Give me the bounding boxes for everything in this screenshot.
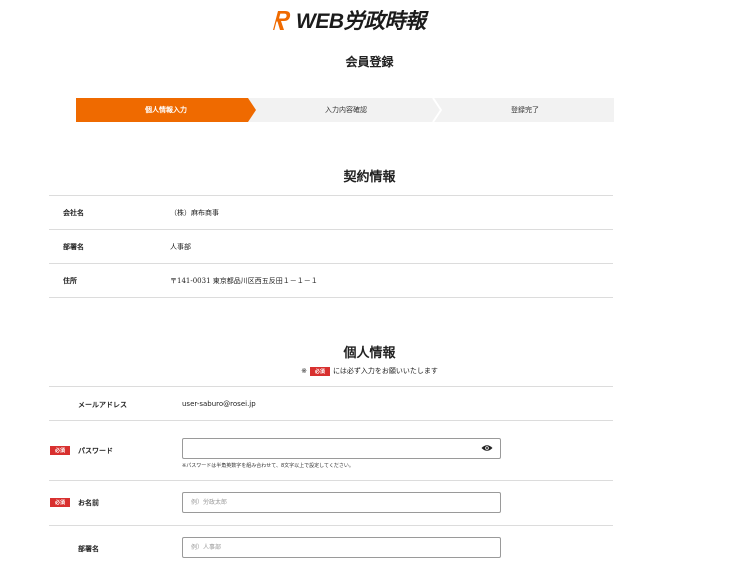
step-complete: 登録完了 [436,98,614,122]
note-text: には必ず入力をお願いいたします [332,367,438,375]
name-label: お名前 [78,499,99,507]
divider [49,229,613,230]
divider [49,525,613,526]
divider [49,386,613,387]
logo-r-icon [273,11,291,30]
step-confirm: 入力内容確認 [256,98,436,122]
divider [49,263,613,264]
site-logo[interactable]: WEB労政時報 [268,6,426,34]
step-label: 登録完了 [511,106,539,114]
password-label: パスワード [78,447,113,455]
email-label: メールアドレス [78,401,127,409]
password-input[interactable] [182,438,501,459]
address-value: 〒141-0031 東京都品川区西五反田１－１－１ [170,277,318,285]
password-help: ※パスワードは半角英数字を組み合わせて、8文字以上で設定してください。 [182,463,354,469]
divider [49,297,613,298]
dept-input[interactable] [182,537,501,558]
dept-label: 部署名 [78,545,99,553]
step-label: 個人情報入力 [145,106,187,114]
divider [49,195,613,196]
progress-steps: 個人情報入力 入力内容確認 登録完了 [76,98,614,122]
note-prefix: ※ [301,367,307,375]
divider [49,480,613,481]
company-value: （株）麻布商事 [170,209,219,217]
logo-text: WEB労政時報 [296,10,426,33]
eye-icon[interactable] [481,444,493,452]
required-badge: 必須 [50,498,70,507]
personal-section-title: 個人情報 [343,346,396,361]
email-value: user-saburo@rosei.jp [182,400,256,408]
step-label: 入力内容確認 [325,106,367,114]
contract-dept-label: 部署名 [63,243,84,251]
name-input[interactable] [182,492,501,513]
divider [49,420,613,421]
company-label: 会社名 [63,209,84,217]
step-input: 個人情報入力 [76,98,256,122]
required-badge: 必須 [309,366,330,376]
page-title: 会員登録 [345,55,394,69]
contract-section-title: 契約情報 [343,170,396,185]
address-label: 住所 [63,277,77,285]
required-note: ※ 必須 には必ず入力をお願いいたします [0,365,739,377]
required-badge: 必須 [50,446,70,455]
contract-dept-value: 人事部 [170,243,191,251]
